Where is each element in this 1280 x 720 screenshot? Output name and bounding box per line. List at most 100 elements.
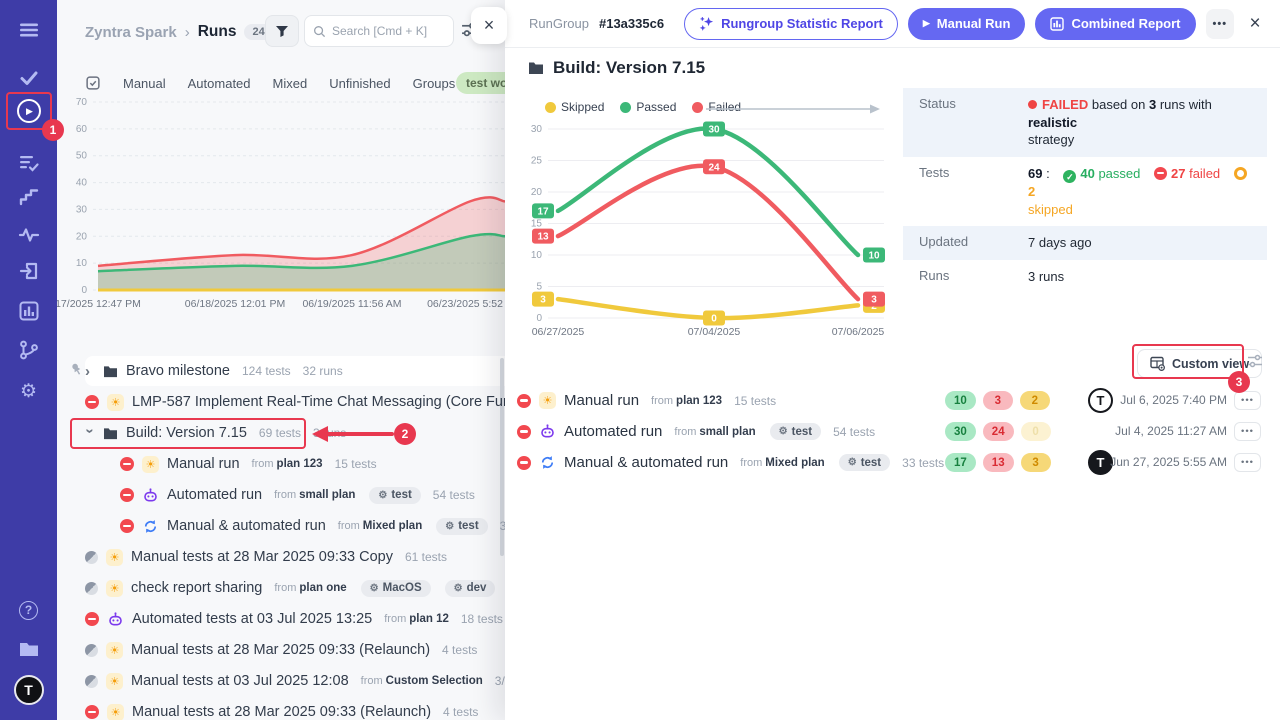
mixed-run-icon [142, 518, 159, 535]
search-input[interactable] [332, 24, 445, 38]
svg-text:15: 15 [531, 219, 543, 230]
filter-button[interactable] [265, 15, 299, 47]
run-group-name: Bravo milestone [126, 363, 230, 379]
automated-run-icon [107, 611, 124, 628]
projects-folder-icon[interactable] [0, 632, 57, 666]
chevron-right-icon[interactable]: › [85, 363, 95, 380]
from-plan: fromplan 12 [384, 613, 449, 625]
svg-text:60: 60 [76, 124, 88, 135]
breadcrumb-project[interactable]: Zyntra Spark [85, 24, 177, 41]
svg-text:25: 25 [531, 156, 543, 167]
tag-pill[interactable]: test work [456, 72, 505, 94]
tree-row-run[interactable]: ☀ LMP-587 Implement Real-Time Chat Messa… [57, 387, 505, 417]
tree-row-run[interactable]: ☀ Manual tests at 28 Mar 2025 09:33 (Rel… [57, 635, 505, 665]
env-badge: ⚙test [839, 454, 890, 471]
bar-chart-icon[interactable] [0, 294, 57, 328]
run-name: Manual run [167, 456, 240, 472]
skipped-badge: 0 [1021, 422, 1051, 441]
tests-count: 54 tests [433, 488, 475, 502]
tests-check-icon[interactable] [0, 61, 57, 95]
tab-unfinished[interactable]: Unfinished [329, 76, 390, 91]
run-row[interactable]: ☀ Manual run fromplan 123 15 tests 10 3 … [517, 385, 1265, 416]
failed-minus-icon [1154, 167, 1167, 180]
folder-icon [103, 365, 118, 378]
row-more-button[interactable]: ••• [1234, 391, 1261, 410]
branch-icon[interactable] [0, 333, 57, 367]
tree-row-run[interactable]: ☀ check report sharing fromplan one ⚙Mac… [57, 573, 505, 603]
tree-row-run[interactable]: ☀ Manual tests at 28 Mar 2025 09:33 Copy… [57, 542, 505, 572]
run-name: Manual run [564, 392, 639, 409]
from-plan: fromplan 123 [651, 395, 722, 407]
svg-text:20: 20 [531, 187, 543, 198]
row-more-button[interactable]: ••• [1234, 422, 1261, 441]
tree-row-child-run[interactable]: Automated run fromsmall plan ⚙test 54 te… [57, 480, 505, 510]
tab-automated[interactable]: Automated [188, 76, 251, 91]
rungroup-title: Build: Version 7.15 [528, 58, 705, 78]
run-name: Manual tests at 28 Mar 2025 09:33 (Relau… [132, 704, 431, 720]
row-more-button[interactable]: ••• [1234, 453, 1261, 472]
select-runs-icon[interactable] [85, 75, 101, 91]
manual-run-button[interactable]: ▶ Manual Run [908, 8, 1026, 40]
failed-badge: 3 [983, 391, 1013, 410]
detail-row-status: Status FAILED based on 3 runs with reali… [903, 88, 1267, 157]
svg-text:10: 10 [531, 250, 543, 261]
more-actions-button[interactable]: ••• [1206, 9, 1235, 39]
runs-tabs: Manual Automated Mixed Unfinished Groups [85, 71, 455, 95]
tests-label: Tests [903, 157, 1028, 227]
help-icon[interactable]: ? [0, 593, 57, 627]
tests-count: 15 tests [734, 394, 776, 408]
from-plan: fromsmall plan [674, 426, 755, 438]
panel-close-button[interactable]: × [471, 7, 507, 44]
tests-count: 4 tests [443, 705, 478, 719]
avatar[interactable]: T [1088, 388, 1113, 413]
tree-row-group-selected[interactable]: › Build: Version 7.15 69 tests 3 runs [57, 418, 505, 448]
svg-text:0: 0 [711, 314, 717, 325]
tree-row-run[interactable]: ☀ Manual tests at 03 Jul 2025 12:08 from… [57, 666, 505, 696]
failed-status-icon [517, 394, 531, 408]
run-row[interactable]: Manual & automated run fromMixed plan ⚙t… [517, 447, 1265, 478]
sign-in-icon[interactable] [0, 254, 57, 288]
run-name: check report sharing [131, 580, 262, 596]
passed-badge: 10 [945, 391, 976, 410]
svg-text:40: 40 [76, 178, 88, 189]
list-check-icon[interactable] [0, 146, 57, 180]
chevron-down-icon[interactable]: › [82, 428, 99, 438]
close-icon[interactable]: × [1244, 9, 1266, 39]
tests-count: 124 tests [242, 364, 291, 378]
svg-text:50: 50 [76, 151, 88, 162]
statistic-report-button[interactable]: Rungroup Statistic Report [684, 8, 898, 40]
manual-run-icon: ☀ [107, 704, 124, 720]
menu-icon[interactable] [0, 13, 57, 47]
failed-status-icon [120, 457, 134, 471]
run-name: Manual tests at 03 Jul 2025 12:08 [131, 673, 349, 689]
tree-row-child-run[interactable]: ☀ Manual run fromplan 123 15 tests [57, 449, 505, 479]
user-avatar[interactable]: T [0, 673, 57, 707]
runs-count: 32 runs [303, 364, 343, 378]
tests-count: 3/3 tests [495, 674, 505, 688]
folder-icon [103, 427, 118, 440]
svg-text:13: 13 [537, 232, 549, 243]
activity-pulse-icon[interactable] [0, 218, 57, 252]
combined-report-button[interactable]: Combined Report [1035, 8, 1195, 40]
tree-row-run[interactable]: ☀ Manual tests at 28 Mar 2025 09:33 (Rel… [57, 697, 505, 720]
tree-row-milestone[interactable]: › Bravo milestone 124 tests 32 runs [57, 356, 505, 386]
svg-text:07/06/2025: 07/06/2025 [832, 326, 885, 338]
run-name: Automated tests at 03 Jul 2025 13:25 [132, 611, 372, 627]
run-row[interactable]: Automated run fromsmall plan ⚙test 54 te… [517, 416, 1265, 447]
svg-text:10: 10 [76, 258, 88, 269]
settings-gear-icon[interactable]: ⚙ [0, 374, 57, 408]
custom-view-label: Custom view [1172, 357, 1249, 371]
tab-manual[interactable]: Manual [123, 76, 166, 91]
tab-mixed[interactable]: Mixed [273, 76, 308, 91]
tab-groups[interactable]: Groups [413, 76, 456, 91]
annotation-badge-3: 3 [1228, 371, 1250, 393]
svg-text:30: 30 [76, 204, 88, 215]
view-sliders-icon[interactable] [1247, 354, 1263, 368]
svg-text:10: 10 [868, 251, 880, 262]
search-box[interactable] [304, 15, 454, 47]
play-icon: ▶ [923, 18, 930, 29]
steps-icon[interactable] [0, 180, 57, 214]
from-plan: fromMixed plan [338, 520, 422, 532]
tree-row-child-run[interactable]: Manual & automated run fromMixed plan ⚙t… [57, 511, 505, 541]
tree-row-run[interactable]: Automated tests at 03 Jul 2025 13:25 fro… [57, 604, 505, 634]
